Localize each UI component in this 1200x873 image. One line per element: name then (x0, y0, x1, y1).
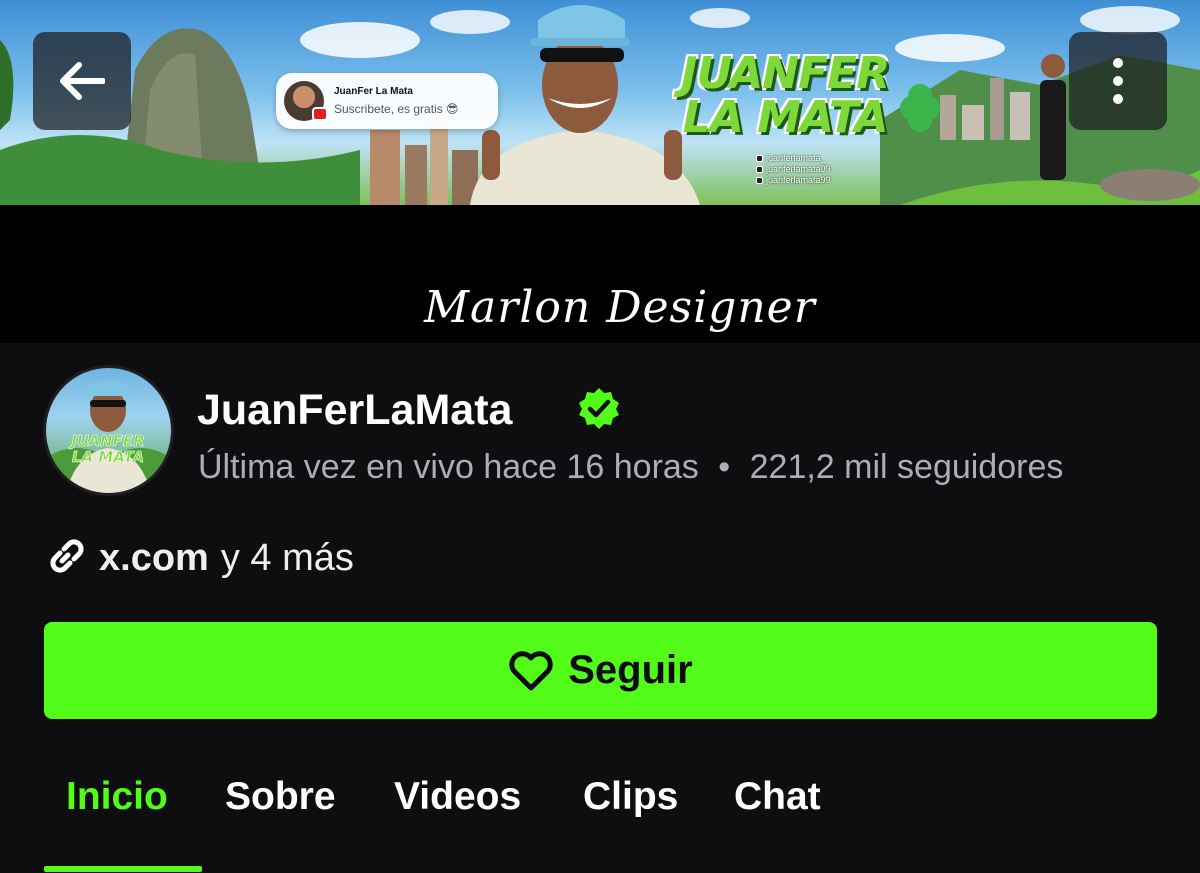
verified-badge-icon (579, 388, 619, 429)
avatar-artwork: JUANFER LA MATA (46, 381, 171, 493)
banner-title: JUANFER LA MATA (655, 52, 915, 140)
channel-name: JuanFerLaMata (197, 386, 513, 434)
follow-button-label: Seguir (568, 648, 693, 692)
link-more[interactable]: y 4 más (221, 537, 354, 580)
avatar[interactable]: JUANFER LA MATA (43, 365, 174, 496)
more-vertical-icon (1113, 58, 1123, 104)
active-tab-indicator (44, 866, 202, 872)
channel-page: JuanFer La Mata Suscribete, es gratis 😎 … (0, 0, 1200, 873)
instagram-icon (756, 155, 763, 162)
banner-social-handles: juanferlamata_ juanferlamata09 juanferla… (756, 153, 831, 186)
banner-title-line1: JUANFER (681, 48, 890, 99)
follow-button[interactable]: Seguir (44, 622, 1157, 719)
tab-videos[interactable]: Videos (394, 775, 521, 819)
tab-clips[interactable]: Clips (583, 775, 678, 819)
subscribe-card-text: Suscribete, es gratis 😎 (334, 102, 459, 116)
more-options-button[interactable] (1069, 32, 1167, 130)
heart-icon (509, 650, 553, 690)
channel-links[interactable]: x.com y 4 más (43, 536, 354, 580)
tab-sobre[interactable]: Sobre (225, 775, 336, 819)
link-icon (50, 539, 84, 573)
youtube-icon (312, 107, 328, 121)
banner-title-line2: LA MATA (682, 92, 889, 143)
last-live-text: Última vez en vivo hace 16 horas (198, 448, 699, 486)
subscribe-card-name: JuanFer La Mata (334, 86, 413, 97)
meta-separator: • (718, 448, 731, 486)
handle-item: juanferlamata99 (756, 175, 831, 186)
arrow-left-icon (60, 62, 105, 100)
tab-inicio[interactable]: Inicio (66, 775, 168, 819)
handle-item: juanferlamata_ (756, 153, 831, 164)
kick-icon (756, 166, 763, 173)
designer-signature: Marlon Designer (424, 282, 816, 333)
channel-banner: JuanFer La Mata Suscribete, es gratis 😎 … (0, 0, 1200, 205)
link-domain[interactable]: x.com (99, 537, 209, 580)
channel-tabs: Inicio Sobre Videos Clips Chat (44, 775, 1200, 873)
handle-item: juanferlamata09 (756, 164, 831, 175)
tiktok-icon (756, 177, 763, 184)
tab-chat[interactable]: Chat (734, 775, 821, 819)
follower-count: 221,2 mil seguidores (749, 448, 1064, 486)
subscribe-card: JuanFer La Mata Suscribete, es gratis 😎 (276, 73, 498, 129)
svg-text:LA MATA: LA MATA (72, 448, 144, 466)
back-button[interactable] (33, 32, 131, 130)
profile-section: JUANFER LA MATA JuanFerLaMata Última vez… (0, 343, 1200, 873)
banner-signature-area: Marlon Designer (0, 205, 1200, 343)
channel-meta: Última vez en vivo hace 16 horas • 221,2… (198, 448, 1063, 487)
banner-artwork (0, 5, 1200, 205)
